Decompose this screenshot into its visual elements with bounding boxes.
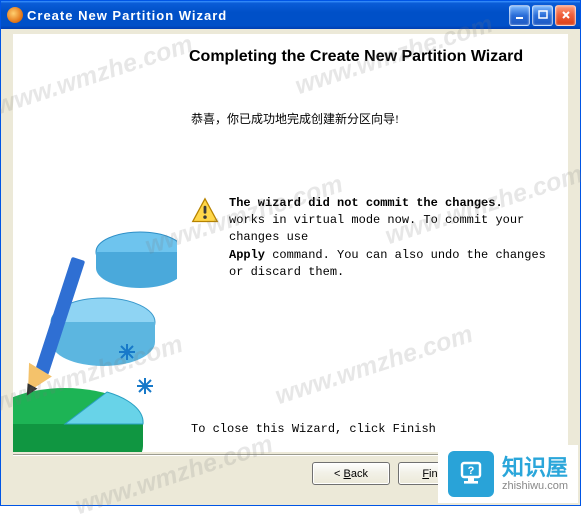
warning-bold-2: Apply [229,248,265,262]
cancel-button[interactable]: Cancel [484,462,562,485]
app-icon [7,7,23,23]
close-button[interactable] [555,5,576,26]
wizard-window: Create New Partition Wizard [0,0,581,506]
close-hint: To close this Wizard, click Finish [191,422,436,436]
maximize-button[interactable] [532,5,553,26]
button-row: < Back Finish Cancel [13,462,568,490]
minimize-button[interactable] [509,5,530,26]
congrats-text: 恭喜，你已成功地完成创建新分区向导! [191,110,560,127]
client-area: Completing the Create New Partition Wiza… [4,32,577,502]
page-title: Completing the Create New Partition Wiza… [189,46,560,68]
wizard-body: Completing the Create New Partition Wiza… [13,34,568,452]
wizard-sidebar-graphic [13,34,177,452]
warning-text: The wizard did not commit the changes. w… [229,195,556,282]
window-title: Create New Partition Wizard [27,8,227,23]
warning-line-2a: works in virtual mode now. To commit you… [229,213,524,244]
title-bar[interactable]: Create New Partition Wizard [1,1,580,29]
warning-block: The wizard did not commit the changes. w… [191,197,556,282]
finish-button[interactable]: Finish [398,462,476,485]
wizard-content: Completing the Create New Partition Wiza… [183,40,560,446]
warning-icon [191,197,219,225]
warning-line-2b: command. You can also undo the changes o… [229,248,546,279]
warning-bold-1: The wizard did not commit the changes. [229,196,503,210]
separator [13,454,568,456]
back-button[interactable]: < Back [312,462,390,485]
